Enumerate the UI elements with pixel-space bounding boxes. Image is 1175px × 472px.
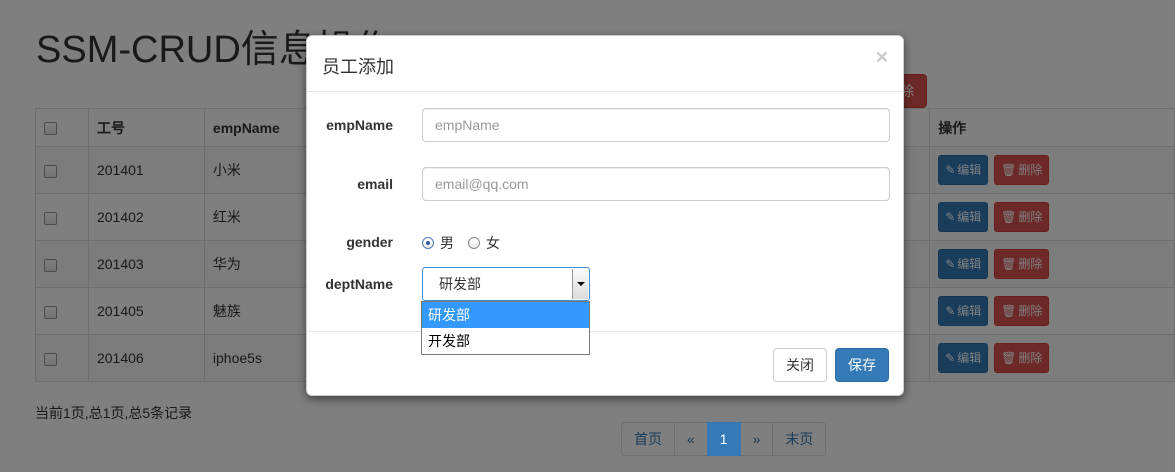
gender-female-label: 女 [486,235,500,251]
gender-label: gender [346,234,393,250]
modal-footer: 关闭 保存 [307,331,903,395]
current-page-link[interactable]: 1 [706,422,741,456]
empname-label: empName [326,117,393,133]
gender-radio-group: 男 女 [422,233,514,253]
dept-selected-value: 研发部 [439,276,481,292]
empname-input[interactable] [422,108,890,142]
modal-title: 员工添加 [322,57,394,77]
dept-dropdown-list: 研发部 开发部 [421,301,590,355]
gender-female-radio[interactable] [468,237,480,249]
add-employee-modal: 员工添加 × empName email gender 男 女 deptName… [306,35,904,396]
close-button[interactable]: 关闭 [773,348,827,382]
email-label: email [357,176,393,192]
dept-option[interactable]: 开发部 [422,328,589,354]
dept-select[interactable]: 研发部 [422,267,590,301]
modal-header: 员工添加 × [307,36,903,92]
save-button[interactable]: 保存 [835,348,889,382]
email-input[interactable] [422,167,890,201]
dept-option[interactable]: 研发部 [422,302,589,328]
close-icon[interactable]: × [876,47,888,68]
gender-male-radio[interactable] [422,237,434,249]
dept-label: deptName [325,276,393,292]
chevron-down-icon[interactable] [572,269,588,299]
gender-male-label: 男 [440,235,454,251]
